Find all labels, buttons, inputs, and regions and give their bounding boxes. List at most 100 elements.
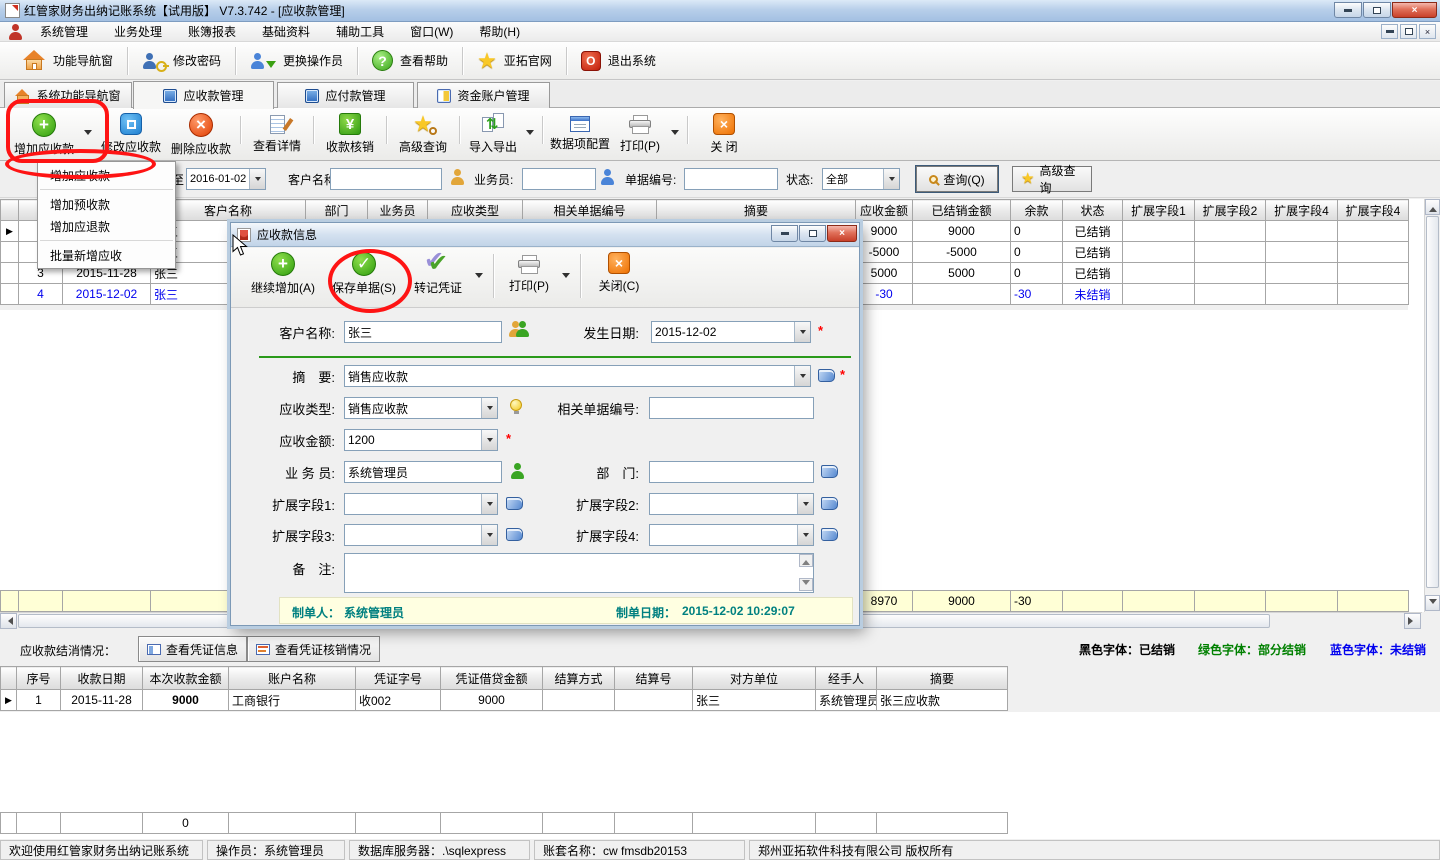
related-doc-input[interactable] [649, 397, 814, 419]
amount-combo[interactable]: 1200 [344, 429, 498, 451]
ext4-combo[interactable] [649, 524, 814, 546]
exit-button[interactable]: O 退出系统 [569, 45, 668, 77]
data-config-button[interactable]: 数据项配置 [547, 108, 613, 160]
dialog-print-dropdown[interactable] [558, 248, 574, 307]
note-textarea[interactable] [344, 553, 814, 593]
save-document-button[interactable]: ✓ 保存单据(S) [323, 248, 405, 307]
menu-reports[interactable]: 账簿报表 [175, 22, 249, 41]
dialog-print-button[interactable]: 打印(P) [500, 248, 558, 307]
book-icon[interactable] [821, 497, 838, 510]
menu-tools[interactable]: 辅助工具 [323, 22, 397, 41]
summary-combo[interactable]: 销售应收款 [344, 365, 811, 387]
query-button[interactable]: 查询(Q) [916, 166, 998, 192]
menu-window[interactable]: 窗口(W) [397, 22, 466, 41]
note-scroll-down[interactable] [799, 578, 813, 591]
dialog-minimize-button[interactable] [771, 225, 798, 242]
status-dbserver: 数据库服务器：.\sqlexpress [349, 840, 530, 860]
continue-add-button[interactable]: + 继续增加(A) [243, 248, 323, 307]
note-label: 备 注: [259, 559, 335, 578]
mdi-restore-button[interactable] [1400, 24, 1417, 39]
dept-input[interactable] [649, 461, 814, 483]
customers-people-icon[interactable] [508, 321, 530, 340]
salesman-filter-input[interactable] [522, 168, 596, 190]
status-filter-combo[interactable]: 全部 [822, 168, 900, 190]
ext3-combo[interactable] [344, 524, 498, 546]
minimize-button[interactable] [1334, 2, 1362, 18]
close-button[interactable]: × [1392, 2, 1437, 18]
scroll-right-button[interactable] [1404, 613, 1421, 629]
ext2-combo[interactable] [649, 493, 814, 515]
help-button[interactable]: ? 查看帮助 [360, 45, 460, 77]
type-combo[interactable]: 销售应收款 [344, 397, 498, 419]
book-icon[interactable] [818, 369, 835, 382]
tab-system-nav[interactable]: 系统功能导航窗 [4, 82, 132, 108]
tab-accounts[interactable]: 资金账户管理 [417, 82, 550, 108]
customer-label: 客户名称: [255, 323, 335, 342]
tab-payables[interactable]: 应付款管理 [277, 82, 414, 108]
menu-help[interactable]: 帮助(H) [466, 22, 533, 41]
post-voucher-button[interactable]: ✔ 转记凭证 [405, 248, 471, 307]
advanced-query-filter-button[interactable]: ★高级查询 [1012, 166, 1092, 192]
menu-system[interactable]: 系统管理 [27, 22, 101, 41]
import-export-button[interactable]: ⇅ 导入导出 [464, 108, 522, 160]
menu-item-add-receivable[interactable]: 增加应收款 [38, 164, 175, 186]
note-scroll-up[interactable] [799, 554, 813, 567]
menu-business[interactable]: 业务处理 [101, 22, 175, 41]
scroll-up-button[interactable] [1425, 199, 1440, 215]
print-dropdown[interactable] [667, 108, 683, 160]
menu-basedata[interactable]: 基础资料 [249, 22, 323, 41]
view-detail-button[interactable]: 查看详情 [245, 108, 309, 160]
customer-filter-input[interactable] [330, 168, 442, 190]
print-button[interactable]: 打印(P) [613, 108, 667, 160]
vertical-scrollbar[interactable] [1424, 199, 1440, 612]
salesman-input[interactable] [344, 461, 502, 483]
printer-icon [518, 255, 540, 274]
vscroll-thumb[interactable] [1426, 216, 1439, 588]
close-tab-button[interactable]: × 关 闭 [692, 108, 756, 160]
book-icon[interactable] [821, 465, 838, 478]
edit-receivable-button[interactable]: 修改应收款 [96, 108, 166, 160]
mdi-close-button[interactable]: × [1419, 24, 1436, 39]
ledger-icon [305, 89, 319, 103]
mdi-minimize-button[interactable] [1381, 24, 1398, 39]
post-voucher-dropdown[interactable] [471, 248, 487, 307]
salesman-filter-label: 业务员: [474, 171, 513, 188]
payment-row[interactable]: ▶ 1 2015-11-28 9000 工商银行 收002 9000 张三 系统… [1, 690, 1008, 711]
bulb-icon[interactable] [510, 399, 522, 411]
view-writeoff-button[interactable]: 查看凭证核销情况 [247, 636, 380, 662]
receipt-writeoff-button[interactable]: ¥ 收款核销 [318, 108, 382, 160]
menu-item-add-refund[interactable]: 增加应退款 [38, 215, 175, 237]
customer-input[interactable] [344, 321, 502, 343]
col-selector[interactable] [1, 200, 19, 221]
restore-button[interactable] [1363, 2, 1391, 18]
book-icon[interactable] [506, 528, 523, 541]
dialog-close-doc-button[interactable]: × 关闭(C) [587, 248, 651, 307]
dialog-close-button[interactable]: × [827, 225, 857, 242]
advanced-query-button[interactable]: ★ 高级查询 [391, 108, 455, 160]
import-export-dropdown[interactable] [522, 108, 538, 160]
scroll-left-button[interactable] [0, 613, 17, 629]
book-icon[interactable] [506, 497, 523, 510]
add-receivable-button[interactable]: + 增加应收款 [8, 108, 80, 160]
salesman-person-icon[interactable] [510, 463, 525, 479]
switch-operator-button[interactable]: 更换操作员 [238, 45, 355, 77]
nav-window-button[interactable]: 功能导航窗 [10, 45, 125, 77]
voucher-card-icon [147, 644, 161, 655]
menu-item-batch-add[interactable]: 批量新增应收 [38, 244, 175, 266]
scroll-down-button[interactable] [1425, 595, 1440, 611]
occur-date-combo[interactable]: 2015-12-02 [651, 321, 811, 343]
ext1-combo[interactable] [344, 493, 498, 515]
tab-receivables[interactable]: 应收款管理 [133, 81, 274, 109]
settle-bar: 应收款结消情况： 查看凭证信息 查看凭证核销情况 黑色字体：已结销 绿色字体：部… [0, 630, 1440, 666]
dialog-restore-button[interactable] [799, 225, 826, 242]
delete-receivable-button[interactable]: × 删除应收款 [166, 108, 236, 160]
change-password-button[interactable]: 修改密码 [130, 45, 233, 77]
add-receivable-dropdown[interactable] [80, 108, 96, 160]
website-button[interactable]: ★ 亚拓官网 [465, 45, 564, 77]
book-icon[interactable] [821, 528, 838, 541]
date-to-combo[interactable]: 2016-01-02 [186, 168, 266, 190]
docno-filter-input[interactable] [684, 168, 778, 190]
menu-item-add-prereceipt[interactable]: 增加预收款 [38, 193, 175, 215]
col-selector[interactable] [1, 667, 17, 690]
view-voucher-button[interactable]: 查看凭证信息 [138, 636, 247, 662]
